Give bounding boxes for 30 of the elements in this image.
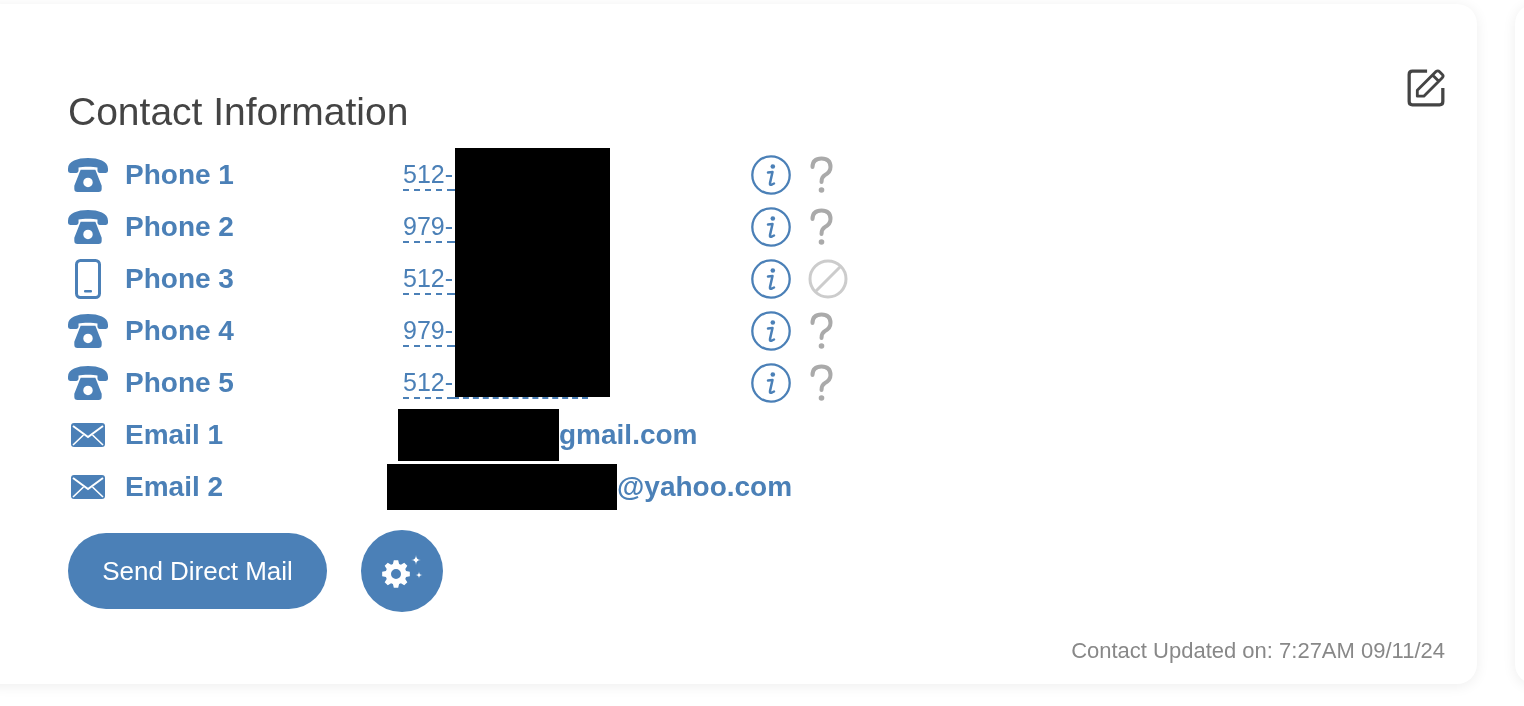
email-link[interactable]: @yahoo.com (617, 470, 793, 504)
phone-number-link[interactable]: 979- (403, 315, 454, 347)
envelope-icon (71, 475, 105, 499)
phone-label: Phone 1 (125, 158, 234, 192)
telephone-icon (68, 314, 108, 348)
phone-label: Phone 2 (125, 210, 234, 244)
phone-number-link[interactable]: 512- (403, 263, 454, 295)
info-icon[interactable] (751, 363, 791, 403)
info-icon[interactable] (751, 155, 791, 195)
info-icon[interactable] (751, 207, 791, 247)
updated-timestamp: Contact Updated on: 7:27AM 09/11/24 (1071, 638, 1445, 664)
envelope-icon (71, 423, 105, 447)
email-link[interactable]: gmail.com (559, 418, 698, 452)
phone-number-link[interactable]: 512- (403, 367, 454, 399)
section-title: Contact Information (68, 91, 409, 133)
phone-label: Phone 5 (125, 366, 234, 400)
email-label: Email 2 (125, 470, 224, 504)
phone-label: Phone 4 (125, 314, 234, 348)
mobile-phone-icon (75, 259, 101, 299)
info-icon[interactable] (751, 311, 791, 351)
phone-number-link[interactable]: 512- (403, 159, 454, 191)
info-icon[interactable] (751, 259, 791, 299)
phone-label: Phone 3 (125, 262, 234, 296)
send-mail-button[interactable]: Send Direct Mail (68, 533, 327, 609)
telephone-icon (68, 210, 108, 244)
phone-number-link[interactable]: 979- (403, 211, 454, 243)
telephone-icon (68, 158, 108, 192)
email-label: Email 1 (125, 418, 224, 452)
edit-icon[interactable] (1407, 69, 1445, 107)
telephone-icon (68, 366, 108, 400)
